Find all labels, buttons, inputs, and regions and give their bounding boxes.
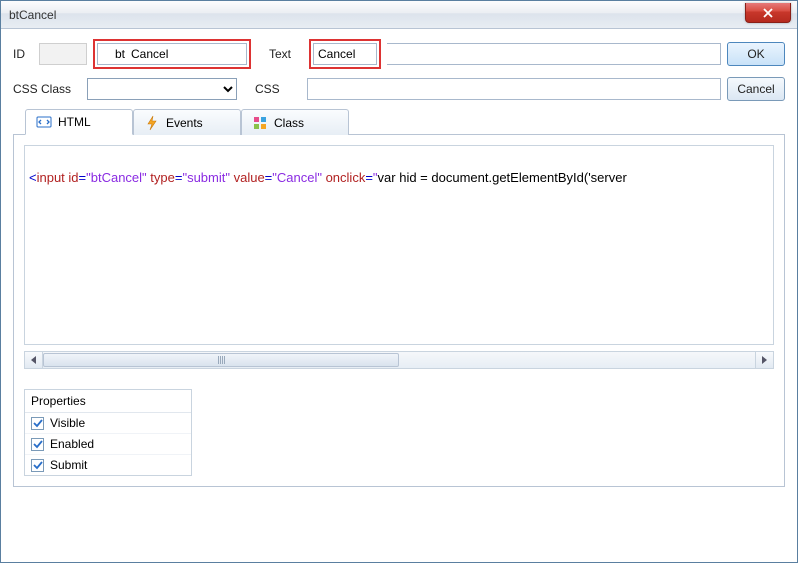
code-editor[interactable]: <input id="btCancel" type="submit" value…: [24, 145, 774, 345]
row-css: CSS Class CSS Cancel: [13, 77, 785, 101]
id-disabled-field: [39, 43, 87, 65]
row-id-text: ID bt Text OK: [13, 39, 785, 69]
tab-events-label: Events: [166, 116, 203, 130]
horizontal-scrollbar[interactable]: [24, 351, 774, 369]
ok-button[interactable]: OK: [727, 42, 785, 66]
css-label: CSS: [255, 82, 301, 96]
html-icon: [36, 114, 52, 130]
checkbox-submit[interactable]: [31, 459, 44, 472]
check-icon: [33, 460, 43, 470]
code-line: <input id="btCancel" type="submit" value…: [29, 170, 769, 185]
checkbox-enabled[interactable]: [31, 438, 44, 451]
scroll-left-button[interactable]: [25, 352, 43, 368]
cancel-button[interactable]: Cancel: [727, 77, 785, 101]
tab-class-label: Class: [274, 116, 304, 130]
id-group-highlight: bt: [93, 39, 251, 69]
property-label: Submit: [50, 458, 87, 472]
property-row: Visible: [25, 413, 191, 434]
property-label: Visible: [50, 416, 85, 430]
tab-html-label: HTML: [58, 115, 91, 129]
scroll-thumb[interactable]: [43, 353, 399, 367]
chevron-right-icon: [762, 356, 767, 364]
check-icon: [33, 418, 43, 428]
lightning-icon: [144, 115, 160, 131]
chevron-left-icon: [31, 356, 36, 364]
id-prefix: bt: [97, 43, 127, 65]
dialog-buttons: OK: [727, 42, 785, 66]
cssclass-label: CSS Class: [13, 82, 81, 96]
properties-panel: Properties Visible Enabled Submit: [24, 389, 192, 476]
text-label: Text: [269, 47, 303, 61]
checkbox-visible[interactable]: [31, 417, 44, 430]
text-input[interactable]: [313, 43, 377, 65]
property-row: Enabled: [25, 434, 191, 455]
scroll-track[interactable]: [43, 352, 755, 368]
tab-events[interactable]: Events: [133, 109, 241, 135]
check-icon: [33, 439, 43, 449]
grip-icon: [218, 356, 225, 364]
property-label: Enabled: [50, 437, 94, 451]
scroll-right-button[interactable]: [755, 352, 773, 368]
class-icon: [252, 115, 268, 131]
id-input[interactable]: [127, 43, 247, 65]
tab-class[interactable]: Class: [241, 109, 349, 135]
close-button[interactable]: [745, 3, 791, 23]
properties-title: Properties: [25, 390, 191, 413]
css-input[interactable]: [307, 78, 721, 100]
editor-panel: <input id="btCancel" type="submit" value…: [13, 135, 785, 487]
id-label: ID: [13, 47, 33, 61]
text-input-rest[interactable]: [387, 43, 721, 65]
dialog-buttons2: Cancel: [727, 77, 785, 101]
close-icon: [763, 8, 773, 18]
tab-html[interactable]: HTML: [25, 109, 133, 135]
property-row: Submit: [25, 455, 191, 475]
dialog-content: ID bt Text OK CSS Class CSS Cancel HTML: [1, 29, 797, 497]
text-group-highlight: [309, 39, 381, 69]
cssclass-select[interactable]: [87, 78, 237, 100]
tabs: HTML Events Class: [13, 109, 785, 135]
window-title: btCancel: [9, 8, 56, 22]
titlebar: btCancel: [1, 1, 797, 29]
